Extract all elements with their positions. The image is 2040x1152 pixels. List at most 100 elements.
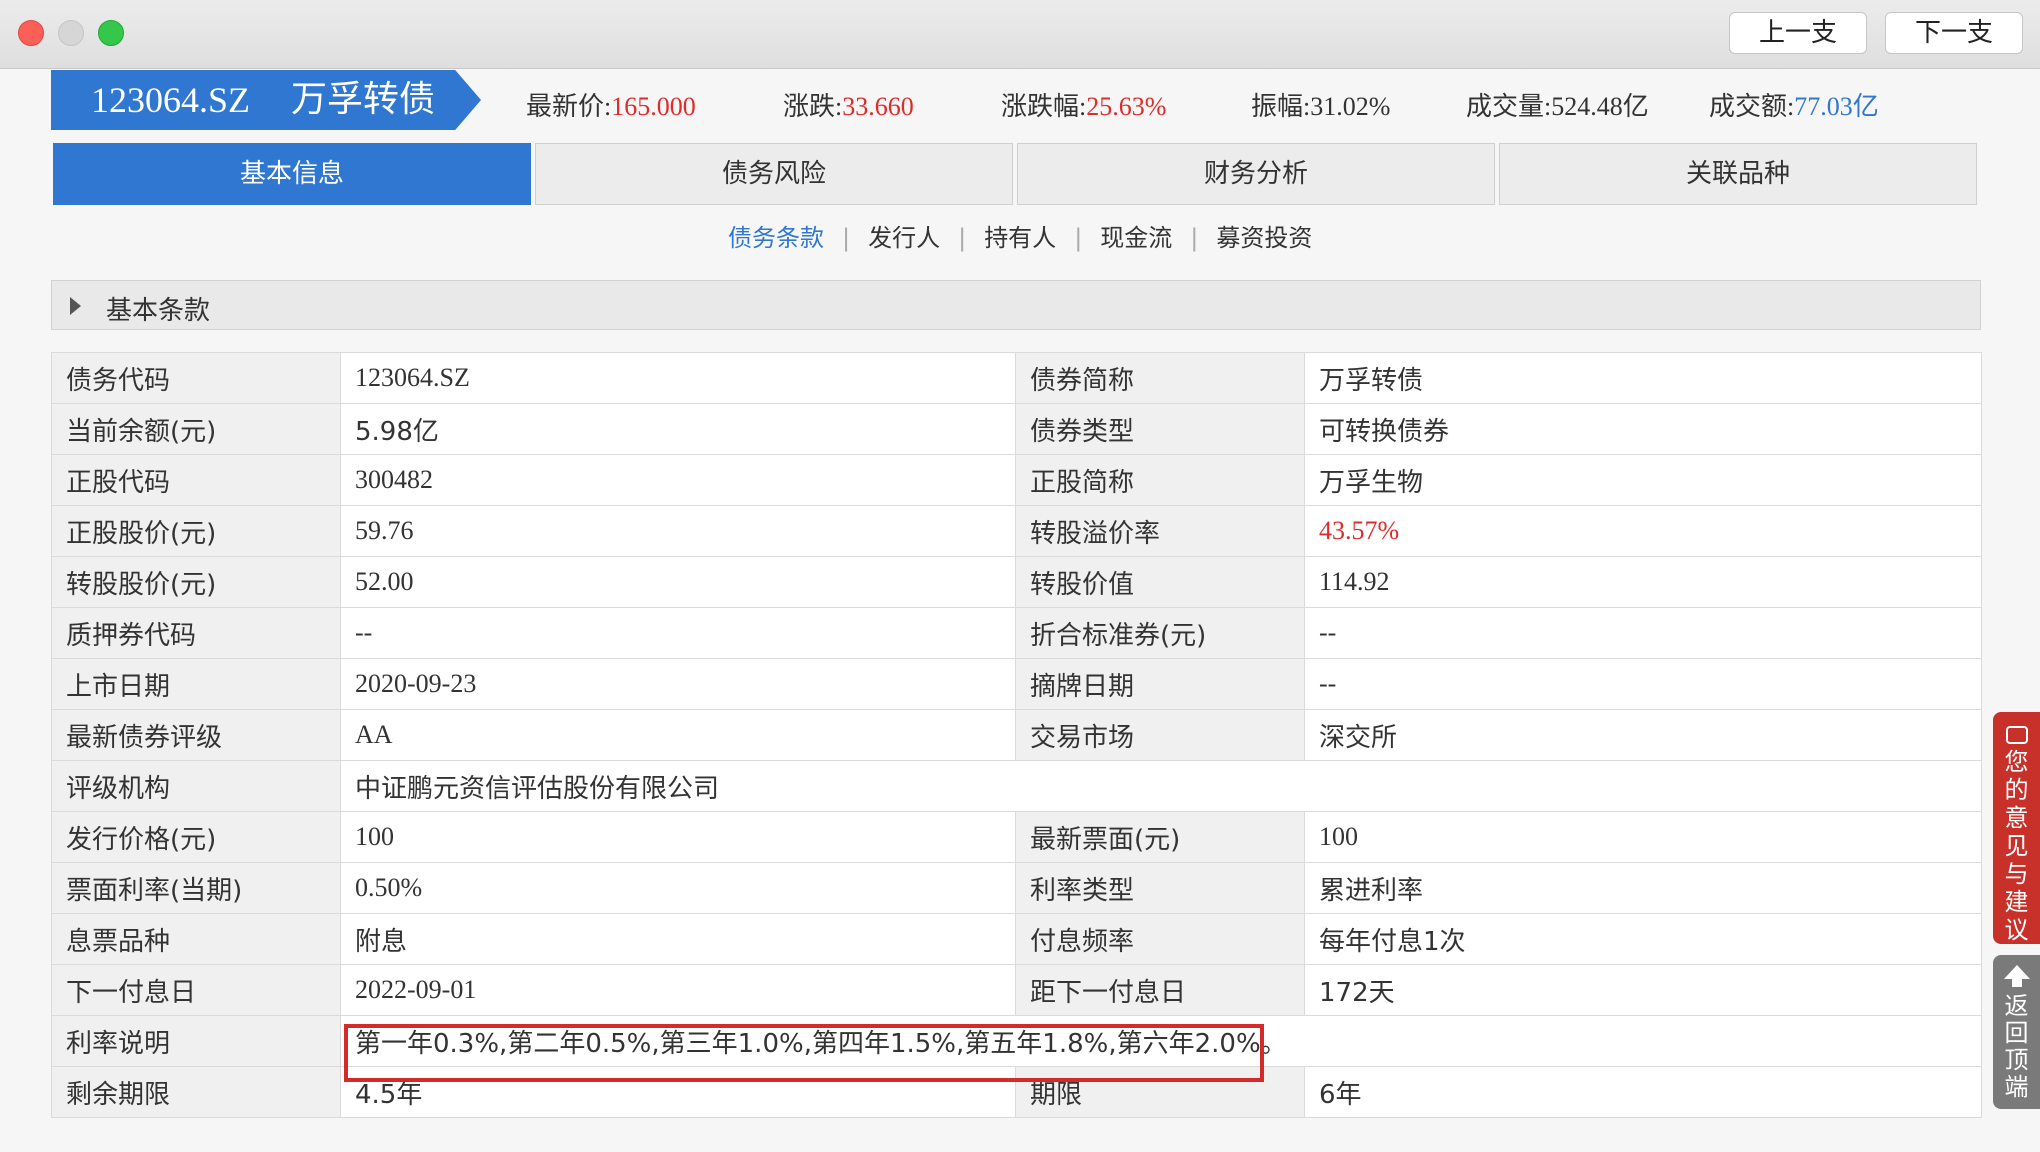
chat-bubble-icon (2005, 726, 2028, 744)
table-row: 下一付息日 2022-09-01 距下一付息日 172天 (51, 964, 1982, 1016)
back-to-top-side-tab[interactable]: 返回顶端 (1993, 955, 2040, 1109)
field-value: -- (1304, 658, 1982, 710)
field-label: 付息频率 (1015, 913, 1305, 965)
field-value: 累进利率 (1304, 862, 1982, 914)
volume-label: 成交量: (1466, 92, 1552, 121)
field-label: 质押券代码 (51, 607, 341, 659)
field-value: 59.76 (340, 505, 1016, 557)
field-value: 6年 (1304, 1066, 1982, 1118)
expand-triangle-icon[interactable] (70, 297, 81, 315)
subnav-separator: | (842, 224, 851, 252)
field-label: 当前余额(元) (51, 403, 341, 455)
field-value: 100 (340, 811, 1016, 863)
field-label: 息票品种 (51, 913, 341, 965)
amplitude-value: 31.02% (1310, 92, 1391, 121)
field-label: 距下一付息日 (1015, 964, 1305, 1016)
subnav-fundraising[interactable]: 募资投资 (1216, 224, 1312, 252)
tab-debt-risk[interactable]: 债务风险 (535, 143, 1013, 205)
basic-terms-table: 债务代码 123064.SZ 债券简称 万孚转债 当前余额(元) 5.98亿 债券类型 可转换… (51, 352, 1982, 1118)
close-window-button[interactable] (18, 20, 44, 46)
field-label: 上市日期 (51, 658, 341, 710)
subnav-issuer[interactable]: 发行人 (868, 224, 940, 252)
feedback-side-tab[interactable]: 您的意见与建议 (1993, 712, 2040, 944)
table-row: 剩余期限 4.5年 期限 6年 (51, 1066, 1982, 1118)
field-label: 评级机构 (51, 760, 341, 812)
turnover-value: 77.03亿 (1794, 92, 1879, 121)
tab-basic-info[interactable]: 基本信息 (53, 143, 531, 205)
field-value: 123064.SZ (340, 352, 1016, 404)
field-label: 债券类型 (1015, 403, 1305, 455)
field-value: 中证鹏元资信评估股份有限公司 (340, 760, 1982, 812)
table-row: 上市日期 2020-09-23 摘牌日期 -- (51, 658, 1982, 710)
quote-change-pct: 涨跌幅:25.63% (1001, 86, 1166, 123)
field-label: 剩余期限 (51, 1066, 341, 1118)
section-basic-terms[interactable]: 基本条款 (51, 280, 1981, 330)
table-row: 正股代码 300482 正股简称 万孚生物 (51, 454, 1982, 506)
change-pct-value: 25.63% (1086, 92, 1167, 121)
field-label: 正股代码 (51, 454, 341, 506)
table-row: 质押券代码 -- 折合标准券(元) -- (51, 607, 1982, 659)
field-value: 万孚转债 (1304, 352, 1982, 404)
change-pct-label: 涨跌幅: (1001, 92, 1087, 121)
field-value: 114.92 (1304, 556, 1982, 608)
change-label: 涨跌: (783, 92, 843, 121)
field-label: 最新债券评级 (51, 709, 341, 761)
table-row: 转股股价(元) 52.00 转股价值 114.92 (51, 556, 1982, 608)
field-label: 折合标准券(元) (1015, 607, 1305, 659)
field-label: 利率类型 (1015, 862, 1305, 914)
up-arrow-icon (2003, 965, 2030, 979)
field-value: 100 (1304, 811, 1982, 863)
field-label: 债务代码 (51, 352, 341, 404)
subnav-separator: | (958, 224, 967, 252)
field-value: 可转换债券 (1304, 403, 1982, 455)
sub-navigation: 债务条款 | 发行人 | 持有人 | 现金流 | 募资投资 (728, 218, 1312, 253)
field-value: 深交所 (1304, 709, 1982, 761)
field-value: -- (340, 607, 1016, 659)
table-row: 评级机构 中证鹏元资信评估股份有限公司 (51, 760, 1982, 812)
change-value: 33.660 (842, 92, 914, 121)
window-titlebar: 上一支 下一支 (0, 0, 2040, 69)
section-title: 基本条款 (106, 296, 211, 326)
field-value: 172天 (1304, 964, 1982, 1016)
field-value: 附息 (340, 913, 1016, 965)
field-value: 2022-09-01 (340, 964, 1016, 1016)
field-label: 票面利率(当期) (51, 862, 341, 914)
field-label: 正股简称 (1015, 454, 1305, 506)
field-label: 利率说明 (51, 1015, 341, 1067)
field-value: -- (1304, 607, 1982, 659)
field-label: 期限 (1015, 1066, 1305, 1118)
table-row: 息票品种 附息 付息频率 每年付息1次 (51, 913, 1982, 965)
table-row: 利率说明 第一年0.3%,第二年0.5%,第三年1.0%,第四年1.5%,第五年1… (51, 1015, 1982, 1067)
amplitude-label: 振幅: (1251, 92, 1311, 121)
subnav-cash-flow[interactable]: 现金流 (1100, 224, 1172, 252)
table-row: 票面利率(当期) 0.50% 利率类型 累进利率 (51, 862, 1982, 914)
field-value: 52.00 (340, 556, 1016, 608)
field-value: 5.98亿 (340, 403, 1016, 455)
field-label: 摘牌日期 (1015, 658, 1305, 710)
field-label: 下一付息日 (51, 964, 341, 1016)
field-value: 4.5年 (340, 1066, 1016, 1118)
tab-financial-analysis[interactable]: 财务分析 (1017, 143, 1495, 205)
next-bond-button[interactable]: 下一支 (1885, 12, 2023, 54)
minimize-window-button[interactable] (58, 20, 84, 46)
quote-change: 涨跌:33.660 (783, 86, 914, 123)
subnav-debt-terms[interactable]: 债务条款 (728, 224, 824, 252)
previous-bond-button[interactable]: 上一支 (1729, 12, 1867, 54)
quote-latest-price: 最新价:165.000 (526, 86, 696, 123)
field-label: 转股股价(元) (51, 556, 341, 608)
field-label: 转股价值 (1015, 556, 1305, 608)
subnav-holders[interactable]: 持有人 (984, 224, 1056, 252)
table-row: 债务代码 123064.SZ 债券简称 万孚转债 (51, 352, 1982, 404)
quote-amplitude: 振幅:31.02% (1251, 86, 1390, 123)
field-value: 第一年0.3%,第二年0.5%,第三年1.0%,第四年1.5%,第五年1.8%,… (340, 1015, 1982, 1067)
field-label: 最新票面(元) (1015, 811, 1305, 863)
field-value: 0.50% (340, 862, 1016, 914)
table-row: 最新债券评级 AA 交易市场 深交所 (51, 709, 1982, 761)
field-label: 交易市场 (1015, 709, 1305, 761)
field-label: 发行价格(元) (51, 811, 341, 863)
tab-related-products[interactable]: 关联品种 (1499, 143, 1977, 205)
volume-value: 524.48亿 (1551, 92, 1649, 121)
zoom-window-button[interactable] (98, 20, 124, 46)
table-row: 发行价格(元) 100 最新票面(元) 100 (51, 811, 1982, 863)
turnover-label: 成交额: (1709, 92, 1795, 121)
